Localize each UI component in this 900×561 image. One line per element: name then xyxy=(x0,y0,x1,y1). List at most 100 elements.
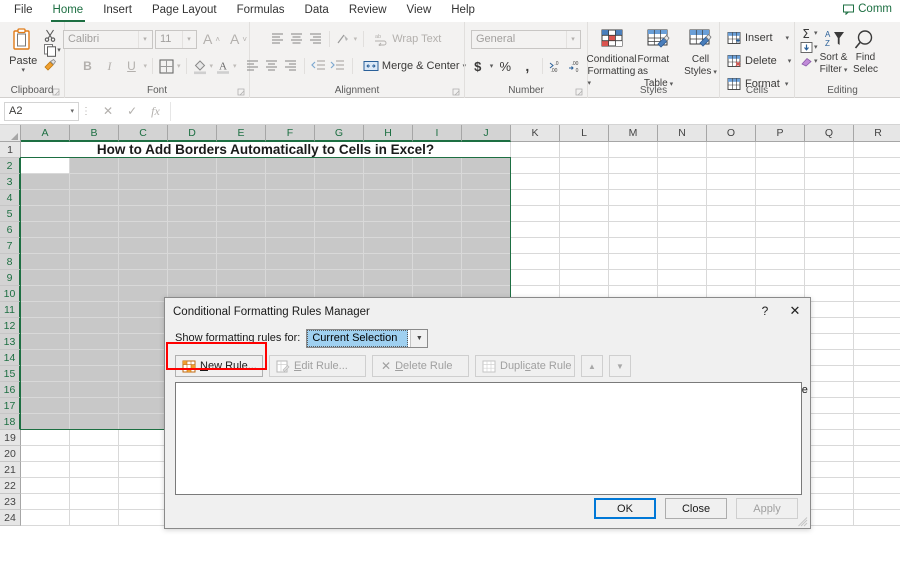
cell-G6[interactable] xyxy=(315,222,364,238)
cell-L4[interactable] xyxy=(560,190,609,206)
apply-button[interactable]: Apply xyxy=(736,498,798,519)
cell-C10[interactable] xyxy=(119,286,168,302)
cell-B7[interactable] xyxy=(70,238,119,254)
cell-A4[interactable] xyxy=(21,190,70,206)
move-down-button[interactable]: ▼ xyxy=(609,355,631,377)
cell-P9[interactable] xyxy=(756,270,805,286)
dialog-titlebar[interactable]: Conditional Formatting Rules Manager ? ✕ xyxy=(165,298,810,326)
cell-B9[interactable] xyxy=(70,270,119,286)
row-header-4[interactable]: 4 xyxy=(0,190,21,206)
cell-P2[interactable] xyxy=(756,158,805,174)
percent-format-button[interactable]: % xyxy=(495,55,515,77)
cell-A2[interactable] xyxy=(21,158,70,174)
delete-cells-chevron-down-icon[interactable]: ▾ xyxy=(788,58,792,65)
cell-B12[interactable] xyxy=(70,318,119,334)
cell-styles-chevron-down-icon[interactable]: ▾ xyxy=(711,69,717,76)
help-icon[interactable]: ? xyxy=(750,298,780,323)
column-header-R[interactable]: R xyxy=(854,125,900,142)
cell-M2[interactable] xyxy=(609,158,658,174)
cell-B5[interactable] xyxy=(70,206,119,222)
cell-Q6[interactable] xyxy=(805,222,854,238)
cell-C19[interactable] xyxy=(119,430,168,446)
cell-L1[interactable] xyxy=(560,142,609,158)
cell-B2[interactable] xyxy=(70,158,119,174)
format-painter-icon[interactable] xyxy=(43,58,61,72)
cell-B18[interactable] xyxy=(70,414,119,430)
cell-R14[interactable] xyxy=(854,350,900,366)
comma-format-button[interactable]: , xyxy=(517,55,537,77)
cell-L6[interactable] xyxy=(560,222,609,238)
close-button[interactable]: Close xyxy=(665,498,727,519)
cell-C12[interactable] xyxy=(119,318,168,334)
cell-C13[interactable] xyxy=(119,334,168,350)
name-box[interactable]: A2 ▾ xyxy=(4,101,79,121)
cell-A15[interactable] xyxy=(21,366,70,382)
cell-R18[interactable] xyxy=(854,414,900,430)
row-header-21[interactable]: 21 xyxy=(0,462,21,478)
close-icon[interactable]: ✕ xyxy=(780,298,810,323)
number-format-select[interactable]: General ▾ xyxy=(471,29,581,49)
select-all-corner[interactable] xyxy=(0,125,21,142)
cell-K4[interactable] xyxy=(511,190,560,206)
name-box-chevron-down-icon[interactable]: ▾ xyxy=(70,107,74,115)
cell-R23[interactable] xyxy=(854,494,900,510)
cell-L9[interactable] xyxy=(560,270,609,286)
cell-Q1[interactable] xyxy=(805,142,854,158)
cell-G9[interactable] xyxy=(315,270,364,286)
tab-file[interactable]: File xyxy=(4,1,43,21)
align-right-icon[interactable] xyxy=(282,58,299,74)
cell-F2[interactable] xyxy=(266,158,315,174)
cell-R21[interactable] xyxy=(854,462,900,478)
cell-P4[interactable] xyxy=(756,190,805,206)
accounting-format-button[interactable]: $ xyxy=(468,55,488,77)
insert-cells-chevron-down-icon[interactable]: ▾ xyxy=(786,35,790,42)
insert-function-icon[interactable]: fx xyxy=(151,104,160,119)
cell-I6[interactable] xyxy=(413,222,462,238)
number-dialog-launcher[interactable] xyxy=(575,88,584,97)
cell-K1[interactable] xyxy=(511,142,560,158)
cell-I3[interactable] xyxy=(413,174,462,190)
cell-J7[interactable] xyxy=(462,238,511,254)
column-header-E[interactable]: E xyxy=(217,125,266,142)
number-format-chevron-down-icon[interactable]: ▾ xyxy=(566,30,579,48)
italic-button[interactable]: I xyxy=(99,55,119,77)
cell-I9[interactable] xyxy=(413,270,462,286)
cell-R10[interactable] xyxy=(854,286,900,302)
cell-Q17[interactable] xyxy=(805,398,854,414)
cell-B22[interactable] xyxy=(70,478,119,494)
insert-cells-button[interactable]: Insert ▾ xyxy=(724,27,793,49)
cell-P3[interactable] xyxy=(756,174,805,190)
align-top-icon[interactable] xyxy=(269,31,286,47)
tab-view[interactable]: View xyxy=(397,1,442,21)
row-header-8[interactable]: 8 xyxy=(0,254,21,270)
cell-R2[interactable] xyxy=(854,158,900,174)
cell-R8[interactable] xyxy=(854,254,900,270)
column-header-D[interactable]: D xyxy=(168,125,217,142)
text-orientation-icon[interactable] xyxy=(335,31,352,47)
column-header-B[interactable]: B xyxy=(70,125,119,142)
row-header-20[interactable]: 20 xyxy=(0,446,21,462)
sort-filter-chevron-down-icon[interactable]: ▾ xyxy=(842,67,848,74)
cell-A22[interactable] xyxy=(21,478,70,494)
clipboard-dialog-launcher[interactable] xyxy=(52,88,61,97)
show-rules-chevron-down-icon[interactable]: ▼ xyxy=(410,329,428,347)
cell-M7[interactable] xyxy=(609,238,658,254)
cell-I7[interactable] xyxy=(413,238,462,254)
column-header-H[interactable]: H xyxy=(364,125,413,142)
cell-G4[interactable] xyxy=(315,190,364,206)
cell-Q7[interactable] xyxy=(805,238,854,254)
cell-E5[interactable] xyxy=(217,206,266,222)
cell-C23[interactable] xyxy=(119,494,168,510)
cell-P8[interactable] xyxy=(756,254,805,270)
accounting-chevron-down-icon[interactable]: ▾ xyxy=(490,63,494,70)
align-left-icon[interactable] xyxy=(244,58,261,74)
cell-D2[interactable] xyxy=(168,158,217,174)
cell-I2[interactable] xyxy=(413,158,462,174)
row-header-9[interactable]: 9 xyxy=(0,270,21,286)
cell-D3[interactable] xyxy=(168,174,217,190)
increase-indent-icon[interactable] xyxy=(329,58,346,74)
cell-K8[interactable] xyxy=(511,254,560,270)
cell-B20[interactable] xyxy=(70,446,119,462)
cell-K2[interactable] xyxy=(511,158,560,174)
cell-A3[interactable] xyxy=(21,174,70,190)
